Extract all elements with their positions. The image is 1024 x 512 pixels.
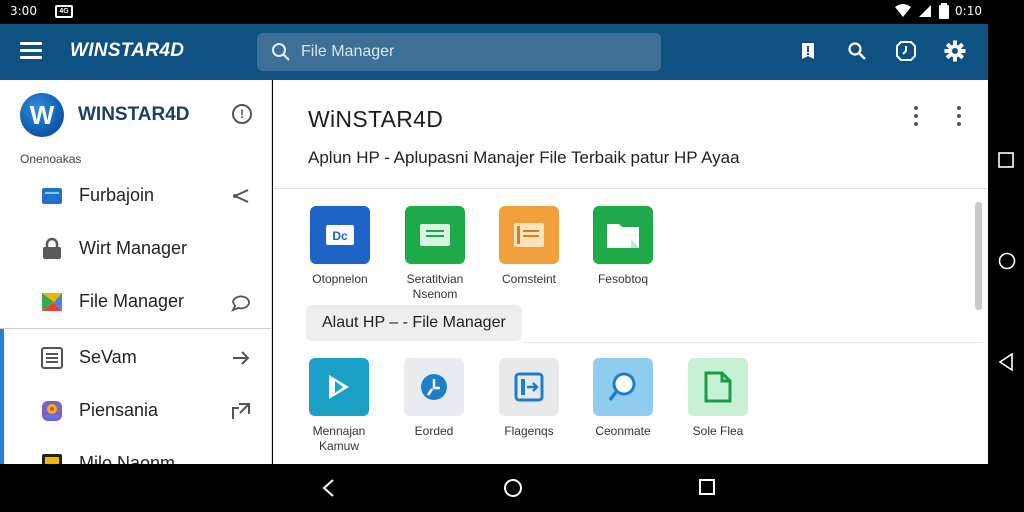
system-nav-side [988, 0, 1024, 464]
lock-icon [43, 237, 61, 259]
app-bar-actions [796, 38, 967, 64]
status-time: 3:00 [10, 4, 37, 18]
system-nav-bottom [0, 464, 1024, 512]
drawer-item-furbajoin[interactable]: Furbajoin [0, 170, 271, 222]
page-subtitle: Aplun HP - Aplupasni Manajer File Terbai… [308, 148, 740, 167]
status-bar: 3:00 4G 0:10 [0, 0, 988, 24]
drawer-item-wirt-manager[interactable]: Wirt Manager [0, 223, 271, 275]
arrow-right-icon [233, 351, 250, 365]
doc-icon [405, 206, 465, 264]
search-input[interactable] [301, 33, 641, 71]
tile-label: Seratitvian Nsenom [406, 272, 464, 301]
search-bar[interactable] [257, 33, 661, 71]
drawer-item-file-manager[interactable]: File Manager [0, 276, 271, 328]
recents-icon[interactable] [698, 478, 716, 496]
page-title: WiNSTAR4D [308, 106, 444, 132]
note-icon [499, 206, 559, 264]
app-bar: WINSTAR4D [0, 24, 988, 80]
tile-label: Eorded [414, 424, 454, 438]
recents-icon[interactable] [998, 152, 1014, 168]
app-tile-flagenqs[interactable]: Flagenqs [489, 358, 569, 439]
home-icon[interactable] [503, 478, 523, 498]
drawer-item-label: File Manager [79, 291, 185, 311]
status-icons: 0:10 [895, 3, 982, 19]
drawer-item-piensania[interactable]: Piensania [0, 385, 271, 437]
compass-icon [404, 358, 464, 416]
section-divider [523, 342, 983, 343]
back-icon[interactable] [998, 353, 1014, 371]
signal-icon [919, 5, 932, 17]
list-icon [41, 347, 63, 369]
import-icon [499, 358, 559, 416]
drawer-section-label: Onenoakas [20, 152, 82, 166]
tile-label: Mennajan Kamuw [312, 424, 366, 453]
app-tile-ceonmate[interactable]: Ceonmate [583, 358, 663, 439]
media-icon [42, 454, 62, 464]
tile-label: Fesobtoq [597, 272, 649, 286]
drawer-item-label: Piensania [79, 400, 159, 420]
folder-icon [593, 206, 653, 264]
tile-label: Flagenqs [504, 424, 554, 438]
alert-icon[interactable] [796, 38, 820, 64]
badge-icon [42, 401, 62, 421]
battery-icon [939, 3, 950, 19]
main-content: WiNSTAR4D Aplun HP - Aplupasni Manajer F… [273, 80, 988, 464]
drawer-item-label: Furbajoin [79, 185, 155, 205]
app-tile-sole-flea[interactable]: Sole Flea [678, 358, 758, 439]
app-tile-comsteint[interactable]: Comsteint [489, 206, 569, 287]
sim-icon: 4G [55, 5, 73, 18]
tile-label: Sole Flea [692, 424, 744, 438]
search-circle-icon [593, 358, 653, 416]
svg-text:Dc: Dc [332, 229, 348, 243]
wifi-icon [895, 4, 912, 17]
folder-icon [42, 188, 62, 204]
search-icon [272, 43, 290, 61]
export-icon [232, 403, 250, 419]
tile-label: Comsteint [501, 272, 557, 286]
tile-label: Ceonmate [595, 424, 651, 438]
back-icon[interactable] [320, 478, 336, 498]
navigation-drawer: W WINSTAR4D ! Onenoakas Furbajoin Wirt M… [0, 80, 272, 464]
app-tile-mennajan[interactable]: Mennajan Kamuw [299, 358, 379, 454]
app-tile-seratitvian[interactable]: Seratitvian Nsenom [395, 206, 475, 302]
android-screen: 3:00 4G 0:10 WINSTAR4D File Manager W WI… [0, 0, 1024, 512]
search-action-icon[interactable] [845, 38, 869, 64]
drawer-title: WINSTAR4D [78, 104, 190, 125]
section-chip[interactable]: Alaut HP – - File Manager [306, 305, 522, 341]
app-tile-eorded[interactable]: Eorded [394, 358, 474, 439]
drawer-item-milo-naonm[interactable]: Milo Naonm [0, 438, 271, 464]
menu-icon[interactable] [20, 42, 42, 60]
drawer-item-label: Wirt Manager [79, 238, 188, 258]
scrollbar[interactable] [975, 202, 982, 310]
play-icon [309, 358, 369, 416]
app-tile-otopnelon[interactable]: Dc Otopnelon [300, 206, 380, 287]
overflow-menu-icon[interactable] [956, 106, 962, 126]
clock-icon[interactable] [894, 38, 918, 64]
app-tile-fesobtoq[interactable]: Fesobtoq [583, 206, 663, 287]
info-icon[interactable]: ! [232, 104, 252, 124]
tile-label: Otopnelon [312, 272, 368, 286]
status-clock: 0:10 [955, 4, 982, 18]
app-title: WINSTAR4D [70, 40, 185, 61]
home-icon[interactable] [998, 252, 1016, 270]
drawer-item-label: SeVam [79, 347, 137, 367]
share-icon [232, 189, 249, 203]
more-options-icon[interactable] [913, 106, 919, 126]
drawer-item-sevam[interactable]: SeVam [0, 332, 271, 384]
drive-icon [42, 293, 62, 311]
drawer-item-label: Milo Naonm [79, 453, 176, 464]
drawer-divider [0, 328, 271, 329]
app-logo: W [20, 93, 64, 137]
gear-icon[interactable] [943, 38, 967, 64]
chat-icon [231, 295, 250, 312]
header-divider [273, 188, 988, 189]
file-icon [688, 358, 748, 416]
card-icon: Dc [310, 206, 370, 264]
